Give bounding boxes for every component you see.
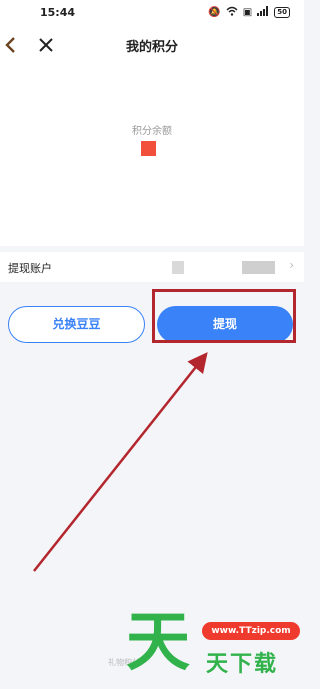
balance-label: 积分余额 bbox=[132, 126, 172, 137]
withdraw-account-value-redacted bbox=[172, 261, 275, 274]
withdraw-account-row[interactable]: 提现账户 › bbox=[0, 252, 304, 282]
watermark-name: 天下载 bbox=[206, 652, 279, 677]
signal-icon bbox=[257, 6, 269, 19]
status-time: 15:44 bbox=[40, 6, 76, 19]
status-icons: 🔕 ▣ 50 bbox=[208, 6, 290, 19]
hd-icon: ▣ bbox=[242, 7, 253, 18]
watermark-logo: 天 www.TTzip.com 天下载 bbox=[120, 608, 304, 689]
mute-icon: 🔕 bbox=[208, 7, 221, 18]
watermark-url: www.TTzip.com bbox=[202, 622, 300, 640]
balance-card: 积分余额 bbox=[0, 66, 304, 246]
exchange-beans-button[interactable]: 兑换豆豆 bbox=[8, 306, 145, 343]
page-title: 我的积分 bbox=[125, 40, 178, 55]
nav-bar: 我的积分 bbox=[0, 26, 304, 66]
watermark-big-char: 天 bbox=[126, 606, 190, 680]
chevron-right-icon: › bbox=[289, 258, 294, 272]
status-bar: 15:44 🔕 ▣ 50 bbox=[0, 0, 304, 26]
wifi-icon bbox=[226, 6, 238, 19]
highlight-box bbox=[152, 289, 296, 343]
battery-icon: 50 bbox=[274, 7, 290, 18]
balance-value-redacted bbox=[141, 141, 156, 156]
withdraw-account-label: 提现账户 bbox=[8, 262, 52, 275]
